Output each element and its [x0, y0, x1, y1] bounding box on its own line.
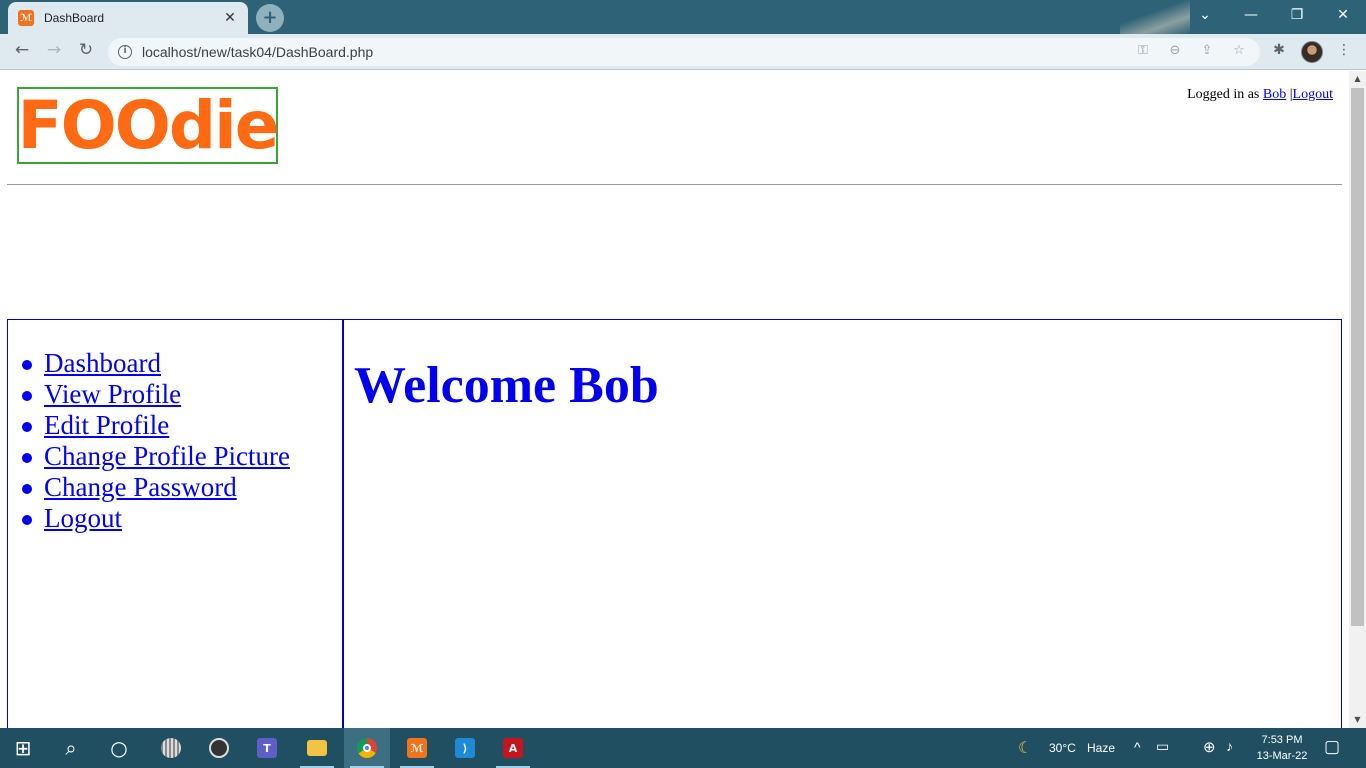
title-bar-decoration — [1120, 0, 1190, 34]
browser-menu-icon[interactable]: ⋮ — [1334, 42, 1354, 62]
url-text[interactable]: localhost/new/task04/DashBoard.php — [142, 44, 373, 60]
search-glyph: ⌕ — [65, 736, 77, 760]
sidebar-item-change-password: Change Password — [22, 472, 342, 503]
sidebar-item-logout: Logout — [22, 503, 342, 534]
obs-icon[interactable] — [196, 728, 242, 768]
browser-toolbar: ← → ↻ i localhost/new/task04/DashBoard.p… — [0, 34, 1366, 70]
view-profile-link[interactable]: View Profile — [44, 379, 181, 409]
chrome-logo-icon — [357, 738, 377, 758]
volume-icon[interactable]: ♪ — [1226, 738, 1233, 754]
address-bar[interactable]: i localhost/new/task04/DashBoard.php ⚿ ⊖… — [108, 38, 1260, 66]
app-sphere-icon[interactable] — [148, 728, 194, 768]
browser-title-bar: ℳ DashBoard ✕ + ⌄ — ❐ ✕ — [0, 0, 1366, 34]
restore-button[interactable]: ❐ — [1274, 0, 1320, 30]
xampp-favicon-icon: ℳ — [18, 10, 34, 26]
file-explorer-icon[interactable] — [294, 728, 340, 768]
dashboard-link[interactable]: Dashboard — [44, 348, 161, 378]
notification-center-icon[interactable]: ▢ — [1324, 737, 1340, 757]
site-info-icon[interactable]: i — [118, 45, 132, 59]
acrobat-logo-icon: A — [503, 738, 523, 758]
login-prefix: Logged in as — [1187, 87, 1263, 102]
dashboard-layout: Dashboard View Profile Edit Profile Chan… — [7, 319, 1342, 728]
close-window-button[interactable]: ✕ — [1320, 0, 1366, 30]
browser-tab-active[interactable]: ℳ DashBoard ✕ — [8, 2, 248, 34]
sidebar-logout-link[interactable]: Logout — [44, 503, 122, 533]
scroll-up-arrow-icon[interactable]: ▲ — [1349, 71, 1366, 87]
tray-chevron-icon[interactable]: ^ — [1134, 739, 1141, 755]
forward-button[interactable]: → — [42, 40, 66, 64]
vscode-logo-icon: ⟩ — [455, 738, 475, 758]
sidebar-menu: Dashboard View Profile Edit Profile Chan… — [8, 320, 342, 534]
sphere-icon — [161, 738, 181, 758]
welcome-heading: Welcome Bob — [354, 357, 659, 414]
system-clock[interactable]: 7:53 PM 13-Mar-22 — [1254, 732, 1310, 764]
key-icon[interactable]: ⚿ — [1134, 43, 1152, 61]
weather-moon-icon[interactable]: ☾ — [1018, 738, 1032, 758]
new-tab-button[interactable]: + — [256, 4, 284, 32]
acrobat-icon[interactable]: A — [490, 728, 536, 768]
tab-close-icon[interactable]: ✕ — [222, 10, 238, 26]
chrome-icon[interactable] — [344, 728, 390, 768]
tab-title: DashBoard — [44, 11, 105, 25]
network-globe-icon[interactable]: ⊕ — [1203, 738, 1216, 756]
start-glyph: ⊞ — [14, 736, 32, 760]
change-password-link[interactable]: Change Password — [44, 472, 237, 502]
header-divider — [7, 184, 1342, 185]
xampp-logo-icon: ℳ — [407, 738, 427, 758]
username-link[interactable]: Bob — [1263, 87, 1286, 102]
vertical-scrollbar[interactable]: ▲ ▼ — [1349, 71, 1366, 728]
teams-logo-icon: T — [257, 738, 277, 758]
sidebar-item-change-profile-picture: Change Profile Picture — [22, 441, 342, 472]
scrollbar-thumb[interactable] — [1351, 88, 1364, 626]
minimize-button[interactable]: — — [1228, 0, 1274, 30]
edit-profile-link[interactable]: Edit Profile — [44, 410, 169, 440]
sidebar: Dashboard View Profile Edit Profile Chan… — [8, 320, 344, 728]
sidebar-item-dashboard: Dashboard — [22, 348, 342, 379]
folder-icon — [307, 740, 327, 756]
search-icon[interactable]: ⌕ — [48, 728, 94, 768]
logo-text: FOOdie — [17, 86, 280, 164]
cortana-glyph: ○ — [110, 736, 128, 760]
reload-button[interactable]: ↻ — [74, 40, 98, 64]
clock-date: 13-Mar-22 — [1256, 750, 1308, 762]
clock-time: 7:53 PM — [1261, 734, 1303, 746]
zoom-icon[interactable]: ⊖ — [1166, 43, 1184, 61]
tab-search-dropdown-icon[interactable]: ⌄ — [1182, 0, 1228, 30]
battery-icon[interactable]: ▭ — [1156, 738, 1169, 755]
cortana-icon[interactable]: ○ — [96, 728, 142, 768]
change-profile-picture-link[interactable]: Change Profile Picture — [44, 441, 290, 471]
scroll-down-arrow-icon[interactable]: ▼ — [1349, 712, 1366, 728]
weather-temperature[interactable]: 30°C — [1049, 741, 1076, 755]
windows-taskbar: ⊞ ⌕ ○ T ℳ ⟩ A ☾ 30°C Haze ^ ▭ ⊕ ♪ 7:53 P… — [0, 728, 1366, 768]
page-viewport: FOOdie Logged in as Bob |Logout Dashboar… — [0, 71, 1349, 728]
extensions-puzzle-icon[interactable]: ✱ — [1269, 42, 1289, 62]
main-content: Welcome Bob — [346, 320, 1341, 728]
header-logout-link[interactable]: Logout — [1293, 87, 1333, 102]
vscode-icon[interactable]: ⟩ — [442, 728, 488, 768]
teams-icon[interactable]: T — [244, 728, 290, 768]
login-status: Logged in as Bob |Logout — [1187, 87, 1333, 103]
profile-avatar[interactable] — [1301, 41, 1323, 63]
xampp-taskbar-icon[interactable]: ℳ — [394, 728, 440, 768]
bookmark-star-icon[interactable]: ☆ — [1230, 43, 1248, 61]
sidebar-item-view-profile: View Profile — [22, 379, 342, 410]
obs-logo-icon — [209, 738, 229, 758]
share-icon[interactable]: ⇪ — [1198, 43, 1216, 61]
foodie-logo: FOOdie — [17, 86, 280, 164]
sidebar-item-edit-profile: Edit Profile — [22, 410, 342, 441]
windows-start-icon[interactable]: ⊞ — [0, 728, 46, 768]
weather-condition[interactable]: Haze — [1087, 741, 1115, 755]
back-button[interactable]: ← — [10, 40, 34, 64]
